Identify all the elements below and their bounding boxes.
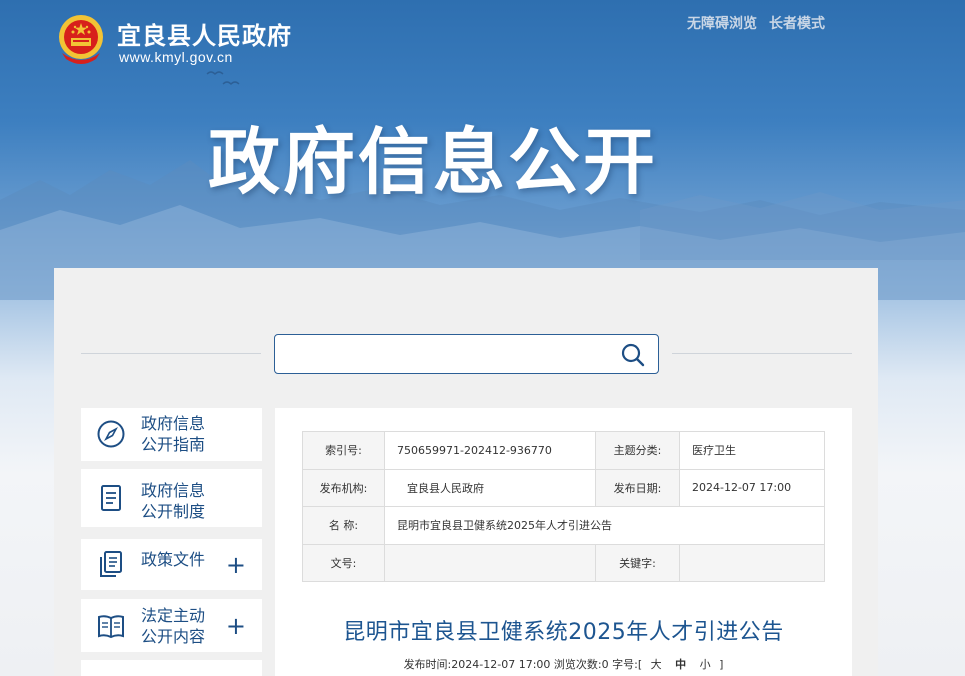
keywords-label: 关键字: <box>595 543 680 582</box>
sidebar-item-policy-documents[interactable]: 政策文件 + <box>81 539 262 590</box>
index-no-label: 索引号: <box>302 431 385 470</box>
sidebar-label-line2: 公开内容 <box>141 627 206 646</box>
metadata-table: 索引号: 750659971-202412-936770 主题分类: 医疗卫生 … <box>302 431 825 582</box>
files-icon <box>100 551 122 577</box>
name-value: 昆明市宜良县卫健系统2025年人才引进公告 <box>384 506 825 545</box>
sidebar-item-statutory-disclosure[interactable]: 法定主动 公开内容 + <box>81 599 262 652</box>
table-row: 索引号: 750659971-202412-936770 主题分类: 医疗卫生 <box>302 431 825 470</box>
birds-icon <box>206 71 240 85</box>
doc-no-value <box>384 543 596 582</box>
font-size-small-button[interactable]: 小 <box>695 658 716 671</box>
bracket-close: ] <box>719 658 724 671</box>
name-label: 名 称: <box>302 506 385 545</box>
sidebar-item-label: 法定主动 公开内容 <box>141 605 205 647</box>
search-box <box>274 334 659 374</box>
sidebar-item-disclosure-guide[interactable]: 政府信息 公开指南 <box>81 408 262 461</box>
font-size-label: 字号: <box>612 658 638 671</box>
sidebar-item-disclosure-rules[interactable]: 政府信息 公开制度 <box>81 469 262 527</box>
views-value: 0 <box>601 658 609 671</box>
top-links: 无障碍浏览 长者模式 <box>687 13 825 33</box>
table-row: 文号: 关键字: <box>302 543 825 582</box>
compass-icon <box>97 420 125 448</box>
sidebar-item-label: 政府信息 公开指南 <box>141 413 205 455</box>
search-icon[interactable] <box>620 342 646 368</box>
site-name: 宜良县人民政府 <box>117 22 292 50</box>
banner-title: 政府信息公开 <box>208 120 659 204</box>
font-size-large-button[interactable]: 大 <box>646 658 667 671</box>
search-input[interactable] <box>283 341 613 367</box>
sidebar-item-partial[interactable] <box>81 660 262 676</box>
sidebar-label-line1: 政府信息 <box>141 481 206 500</box>
topic-label: 主题分类: <box>595 431 680 470</box>
sidebar-item-label: 政府信息 公开制度 <box>141 480 205 522</box>
org-label: 发布机构: <box>302 468 385 507</box>
expand-plus-icon[interactable]: + <box>226 553 246 577</box>
bracket-open: [ <box>637 658 643 671</box>
national-emblem-icon <box>59 15 103 64</box>
publish-info: 发布时间:2024-12-07 17:00 浏览次数:0 字号:[ 大 中 小 … <box>275 656 852 672</box>
index-no-value: 750659971-202412-936770 <box>384 431 596 470</box>
search-divider-left <box>81 353 261 354</box>
elder-mode-link[interactable]: 长者模式 <box>769 13 825 33</box>
expand-plus-icon[interactable]: + <box>226 614 246 638</box>
views-label: 浏览次数: <box>553 658 602 671</box>
table-row: 发布机构: 宜良县人民政府 发布日期: 2024-12-07 17:00 <box>302 468 825 507</box>
pub-time-label: 发布时间: <box>403 658 452 671</box>
document-icon <box>101 485 121 511</box>
search-divider-right <box>672 353 852 354</box>
pub-time-value: 2024-12-07 17:00 <box>451 658 551 671</box>
content-area: 索引号: 750659971-202412-936770 主题分类: 医疗卫生 … <box>275 408 852 676</box>
sidebar-label-line2: 公开指南 <box>141 435 206 454</box>
date-value: 2024-12-07 17:00 <box>679 468 825 507</box>
site-url: www.kmyl.gov.cn <box>119 49 233 65</box>
keywords-value <box>679 543 825 582</box>
topic-value: 医疗卫生 <box>679 431 825 470</box>
article-title: 昆明市宜良县卫健系统2025年人才引进公告 <box>343 620 784 645</box>
sidebar-label-line1: 法定主动 <box>141 606 206 625</box>
table-row: 名 称: 昆明市宜良县卫健系统2025年人才引进公告 <box>302 506 825 545</box>
doc-no-label: 文号: <box>302 543 385 582</box>
date-label: 发布日期: <box>595 468 680 507</box>
accessibility-link[interactable]: 无障碍浏览 <box>687 13 757 33</box>
sidebar-label-line1: 政府信息 <box>141 414 206 433</box>
sidebar-label-line2: 公开制度 <box>141 502 206 521</box>
org-value: 宜良县人民政府 <box>384 468 596 507</box>
font-size-medium-button[interactable]: 中 <box>670 658 691 671</box>
book-icon <box>98 615 124 639</box>
sidebar-item-label: 政策文件 <box>141 550 206 569</box>
